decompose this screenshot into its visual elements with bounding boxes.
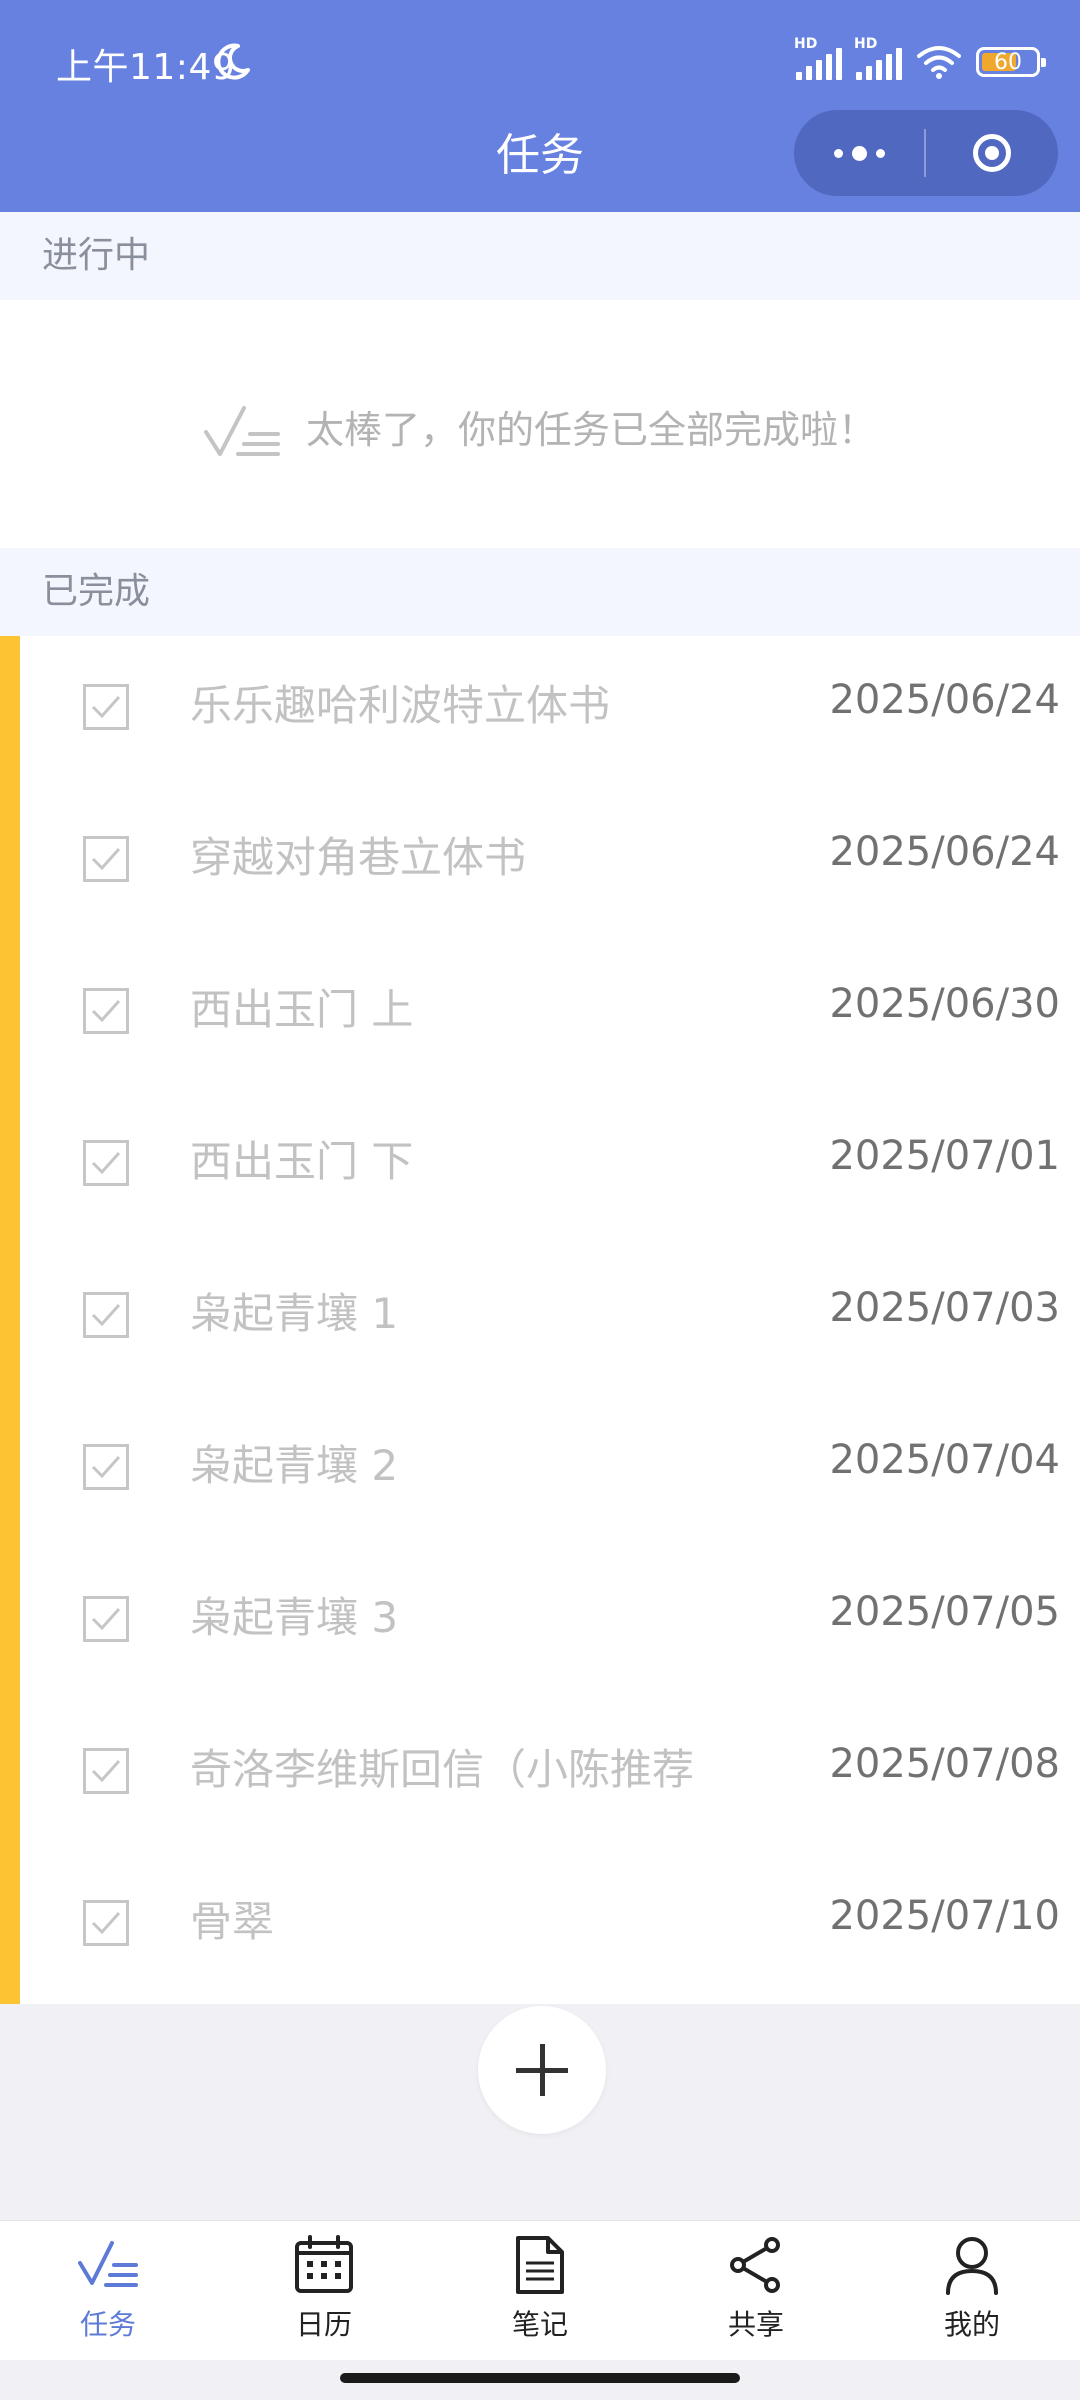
checkbox-checked-icon[interactable] <box>83 836 129 882</box>
task-date: 2025/07/08 <box>829 1741 1060 1787</box>
tab-share[interactable]: 共享 <box>648 2221 864 2361</box>
task-date: 2025/06/30 <box>829 981 1060 1027</box>
tab-calendar[interactable]: 日历 <box>216 2221 432 2361</box>
checkbox-checked-icon[interactable] <box>83 1292 129 1338</box>
tasks-icon <box>78 2241 138 2287</box>
task-row[interactable]: 西出玉门 上 2025/06/30 <box>20 940 1080 1092</box>
checkbox-checked-icon[interactable] <box>83 1748 129 1794</box>
task-title: 骨翠 <box>190 1897 275 1946</box>
signal-icon: HD <box>854 36 902 80</box>
task-row[interactable]: 奇洛李维斯回信（小陈推荐 2025/07/08 <box>20 1700 1080 1852</box>
user-icon <box>946 2237 998 2295</box>
close-miniprogram-button[interactable] <box>926 110 1058 196</box>
task-title: 西出玉门 下 <box>190 1137 414 1186</box>
status-icons: HD HD 60 <box>794 36 1046 84</box>
checklist-icon <box>204 406 280 456</box>
miniprogram-capsule <box>794 110 1058 196</box>
task-title: 西出玉门 上 <box>190 985 414 1034</box>
task-date: 2025/07/03 <box>829 1285 1060 1331</box>
task-date: 2025/07/01 <box>829 1133 1060 1179</box>
task-row[interactable]: 穿越对角巷立体书 2025/06/24 <box>20 788 1080 940</box>
checkbox-checked-icon[interactable] <box>83 1596 129 1642</box>
note-icon <box>516 2236 564 2294</box>
task-row[interactable]: 枭起青壤 3 2025/07/05 <box>20 1548 1080 1700</box>
task-title: 枭起青壤 1 <box>190 1289 399 1338</box>
task-title: 奇洛李维斯回信（小陈推荐 <box>190 1745 695 1794</box>
tab-label: 日历 <box>295 2308 352 2341</box>
bottom-tab-bar: 任务 日历 笔记 共享 我的 <box>0 2220 1080 2361</box>
tab-label: 共享 <box>727 2308 784 2341</box>
empty-message: 太棒了，你的任务已全部完成啦！ <box>306 408 877 452</box>
more-options-button[interactable] <box>794 110 924 196</box>
task-row[interactable]: 骨翠 2025/07/10 <box>20 1852 1080 2004</box>
tab-label: 笔记 <box>511 2308 568 2341</box>
section-in-progress-header: 进行中 <box>0 212 1080 300</box>
calendar-icon <box>295 2235 353 2293</box>
checkbox-checked-icon[interactable] <box>83 1900 129 1946</box>
home-indicator[interactable] <box>340 2373 740 2383</box>
section-completed-header: 已完成 <box>0 548 1080 636</box>
checkbox-checked-icon[interactable] <box>83 988 129 1034</box>
checkbox-checked-icon[interactable] <box>83 1140 129 1186</box>
add-task-button[interactable] <box>478 2006 606 2134</box>
tab-label: 任务 <box>79 2308 136 2341</box>
task-row[interactable]: 西出玉门 下 2025/07/01 <box>20 1092 1080 1244</box>
task-title: 枭起青壤 3 <box>190 1593 399 1642</box>
target-icon <box>973 134 1011 172</box>
task-date: 2025/06/24 <box>829 829 1060 875</box>
tab-profile[interactable]: 我的 <box>864 2221 1080 2361</box>
task-date: 2025/07/04 <box>829 1437 1060 1483</box>
task-date: 2025/07/10 <box>829 1893 1060 1939</box>
app-header: 上午11:49 HD HD 60 任务 <box>0 0 1080 212</box>
task-date: 2025/06/24 <box>829 677 1060 723</box>
task-title: 枭起青壤 2 <box>190 1441 399 1490</box>
signal-icon: HD <box>794 36 842 80</box>
share-icon <box>730 2237 780 2293</box>
task-title: 穿越对角巷立体书 <box>190 833 527 882</box>
task-date: 2025/07/05 <box>829 1589 1060 1635</box>
checkbox-checked-icon[interactable] <box>83 684 129 730</box>
moon-icon <box>216 43 250 80</box>
accent-bar <box>0 636 20 2004</box>
checkbox-checked-icon[interactable] <box>83 1444 129 1490</box>
task-row[interactable]: 枭起青壤 1 2025/07/03 <box>20 1244 1080 1396</box>
task-row[interactable]: 枭起青壤 2 2025/07/04 <box>20 1396 1080 1548</box>
task-title: 乐乐趣哈利波特立体书 <box>190 681 611 730</box>
tab-notes[interactable]: 笔记 <box>432 2221 648 2361</box>
tab-label: 我的 <box>943 2308 1000 2341</box>
wifi-icon <box>917 46 961 79</box>
battery-icon: 60 <box>976 47 1046 77</box>
status-time: 上午11:49 <box>56 47 236 88</box>
completed-task-list: 乐乐趣哈利波特立体书 2025/06/24 穿越对角巷立体书 2025/06/24 西出… <box>0 636 1080 2004</box>
tab-tasks[interactable]: 任务 <box>0 2221 216 2361</box>
task-row[interactable]: 乐乐趣哈利波特立体书 2025/06/24 <box>20 636 1080 788</box>
